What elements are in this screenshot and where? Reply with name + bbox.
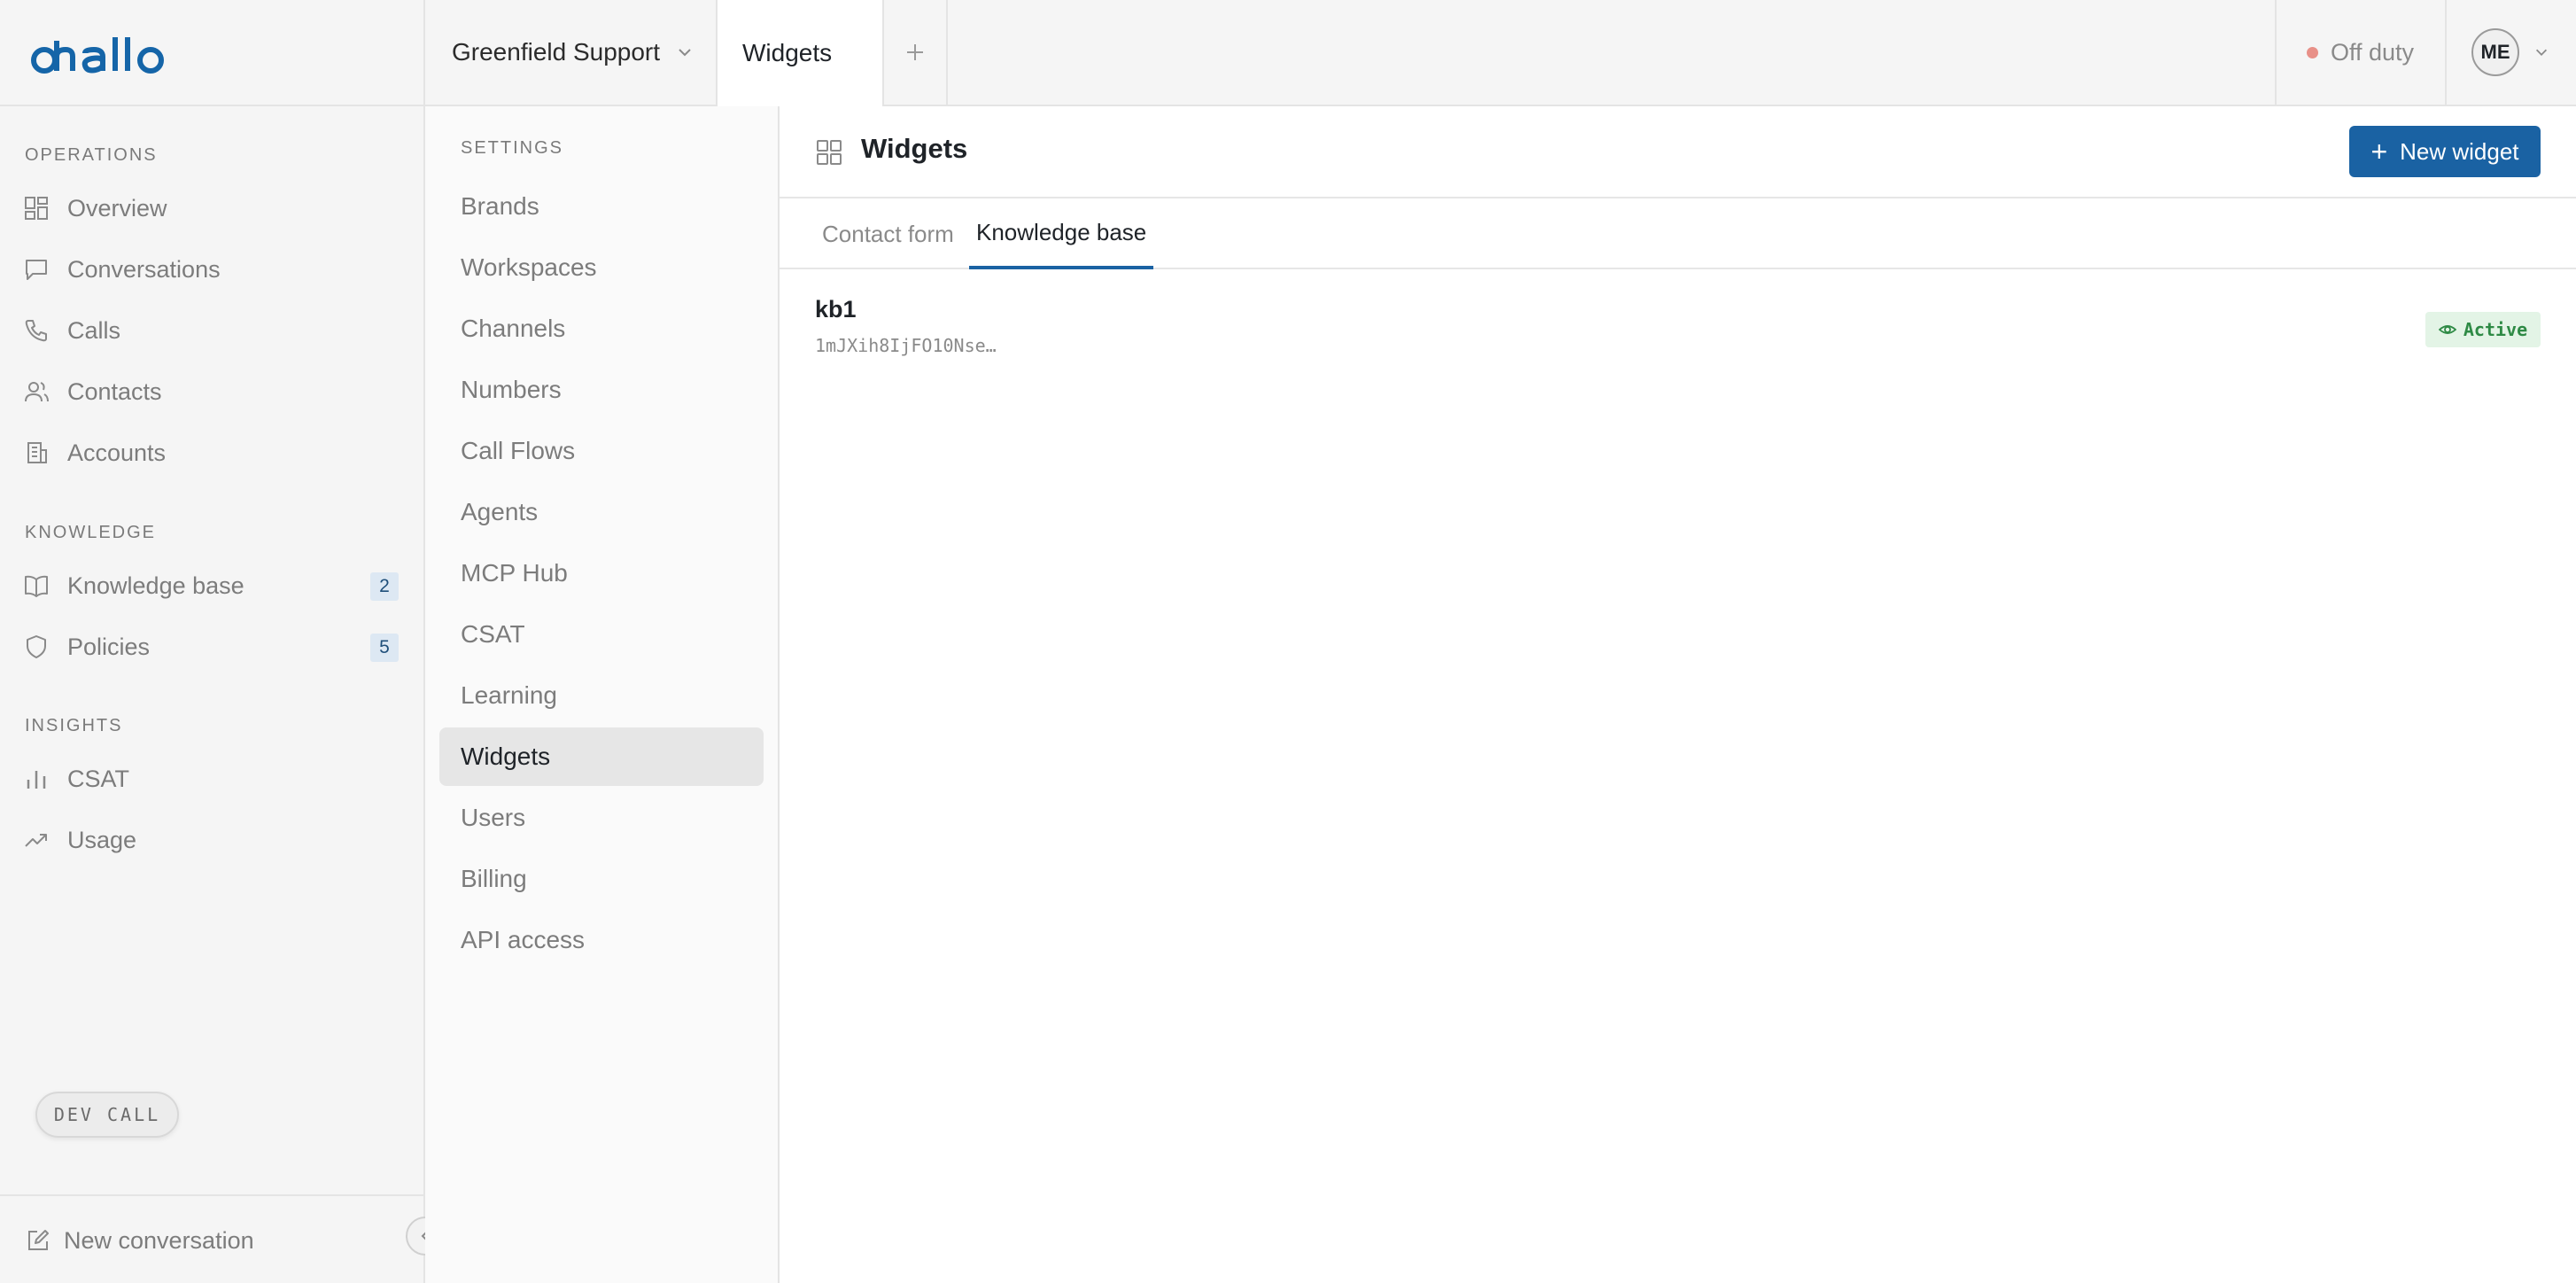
chevron-down-icon xyxy=(679,49,691,57)
top-bar: Greenfield Support Widgets Off duty ME xyxy=(0,0,2576,106)
shield-icon xyxy=(27,635,46,658)
settings-title: SETTINGS xyxy=(461,138,564,158)
settings-item-workspaces[interactable]: Workspaces xyxy=(439,238,764,297)
status-label: Off duty xyxy=(2331,38,2415,66)
dev-call-badge[interactable]: DEV CALL xyxy=(35,1092,179,1138)
open-tab-widgets[interactable]: Widgets xyxy=(716,0,884,106)
eye-icon xyxy=(2438,325,2456,334)
overview-icon xyxy=(25,197,48,220)
page-header: Widgets + New widget xyxy=(780,106,2576,198)
settings-item-mcp-hub[interactable]: MCP Hub xyxy=(439,544,764,603)
settings-item-learning[interactable]: Learning xyxy=(439,666,764,725)
sidebar-item-label: Accounts xyxy=(67,439,167,466)
grid-icon xyxy=(817,140,842,165)
status-badge-label: Active xyxy=(2463,319,2528,340)
sidebar-item-label: Policies xyxy=(67,633,151,660)
user-menu[interactable]: ME xyxy=(2445,0,2576,105)
sidebar-footer: New conversation xyxy=(0,1194,423,1283)
settings-item-agents[interactable]: Agents xyxy=(439,483,764,541)
sidebar-item-knowledge-base[interactable]: Knowledge base 2 xyxy=(0,558,423,613)
count-badge: 5 xyxy=(370,634,399,662)
sidebar-item-label: CSAT xyxy=(67,765,130,792)
bar-chart-icon xyxy=(27,771,46,789)
contacts-icon xyxy=(25,382,49,402)
widget-tabs: Contact form Knowledge base xyxy=(780,198,2576,269)
settings-item-brands[interactable]: Brands xyxy=(439,177,764,236)
settings-item-channels[interactable]: Channels xyxy=(439,299,764,358)
phone-icon xyxy=(25,320,47,342)
settings-item-numbers[interactable]: Numbers xyxy=(439,361,764,419)
building-icon xyxy=(27,442,47,463)
new-widget-button[interactable]: + New widget xyxy=(2349,126,2541,177)
sidebar-item-policies[interactable]: Policies 5 xyxy=(0,619,423,674)
chat-icon xyxy=(26,260,47,280)
page-title: Widgets xyxy=(861,133,968,164)
sidebar-item-contacts[interactable]: Contacts xyxy=(0,364,423,419)
compose-icon xyxy=(28,1230,49,1250)
widget-name: kb1 xyxy=(815,296,857,323)
sidebar-item-conversations[interactable]: Conversations xyxy=(0,242,423,297)
sidebar-section-title: INSIGHTS xyxy=(25,716,123,735)
sidebar-section-title: OPERATIONS xyxy=(25,145,158,165)
sidebar-item-accounts[interactable]: Accounts xyxy=(0,425,423,480)
workspace-switcher[interactable]: Greenfield Support xyxy=(423,0,716,105)
new-conversation-label: New conversation xyxy=(64,1226,254,1254)
widget-id: 1mJXih8IjFO10Nse… xyxy=(815,335,997,356)
tab-knowledge-base[interactable]: Knowledge base xyxy=(969,198,1154,269)
sidebar-item-overview[interactable]: Overview xyxy=(0,181,423,236)
workspace-name: Greenfield Support xyxy=(452,38,661,66)
settings-item-billing[interactable]: Billing xyxy=(439,850,764,908)
new-conversation-button[interactable]: New conversation xyxy=(25,1223,254,1258)
open-tab-label: Widgets xyxy=(742,39,833,66)
settings-item-users[interactable]: Users xyxy=(439,789,764,847)
sidebar-item-usage[interactable]: Usage xyxy=(0,813,423,867)
sidebar-item-label: Conversations xyxy=(67,255,221,283)
settings-item-csat[interactable]: CSAT xyxy=(439,605,764,664)
duty-status-toggle[interactable]: Off duty xyxy=(2275,0,2445,105)
plus-icon xyxy=(907,44,923,60)
sidebar-item-label: Contacts xyxy=(67,377,162,405)
sidebar-item-label: Usage xyxy=(67,826,137,853)
status-dot-icon xyxy=(2307,46,2318,58)
chevron-down-icon xyxy=(2535,49,2548,56)
sidebar-section-title: KNOWLEDGE xyxy=(25,523,157,542)
settings-item-api-access[interactable]: API access xyxy=(439,911,764,969)
new-widget-label: New widget xyxy=(2400,137,2519,165)
book-icon xyxy=(25,575,48,597)
settings-item-call-flows[interactable]: Call Flows xyxy=(439,422,764,480)
main-panel: Widgets + New widget Contact form Knowle… xyxy=(780,106,2576,1283)
count-badge: 2 xyxy=(370,572,399,601)
status-badge: Active xyxy=(2425,312,2541,347)
sidebar-item-label: Calls xyxy=(67,316,121,344)
add-tab-button[interactable] xyxy=(884,0,948,105)
trend-icon xyxy=(25,834,47,847)
tab-contact-form[interactable]: Contact form xyxy=(815,198,961,269)
sidebar-item-calls[interactable]: Calls xyxy=(0,303,423,358)
sidebar-item-label: Overview xyxy=(67,194,167,222)
sidebar-item-label: Knowledge base xyxy=(67,572,244,599)
avatar: ME xyxy=(2471,28,2519,76)
list-item[interactable]: kb1 1mJXih8IjFO10Nse… Active xyxy=(780,269,2576,367)
settings-nav: SETTINGS Brands Workspaces Channels Numb… xyxy=(425,106,780,1283)
settings-item-widgets[interactable]: Widgets xyxy=(439,727,764,786)
sidebar-item-csat[interactable]: CSAT xyxy=(0,751,423,806)
plus-icon: + xyxy=(2370,136,2388,167)
